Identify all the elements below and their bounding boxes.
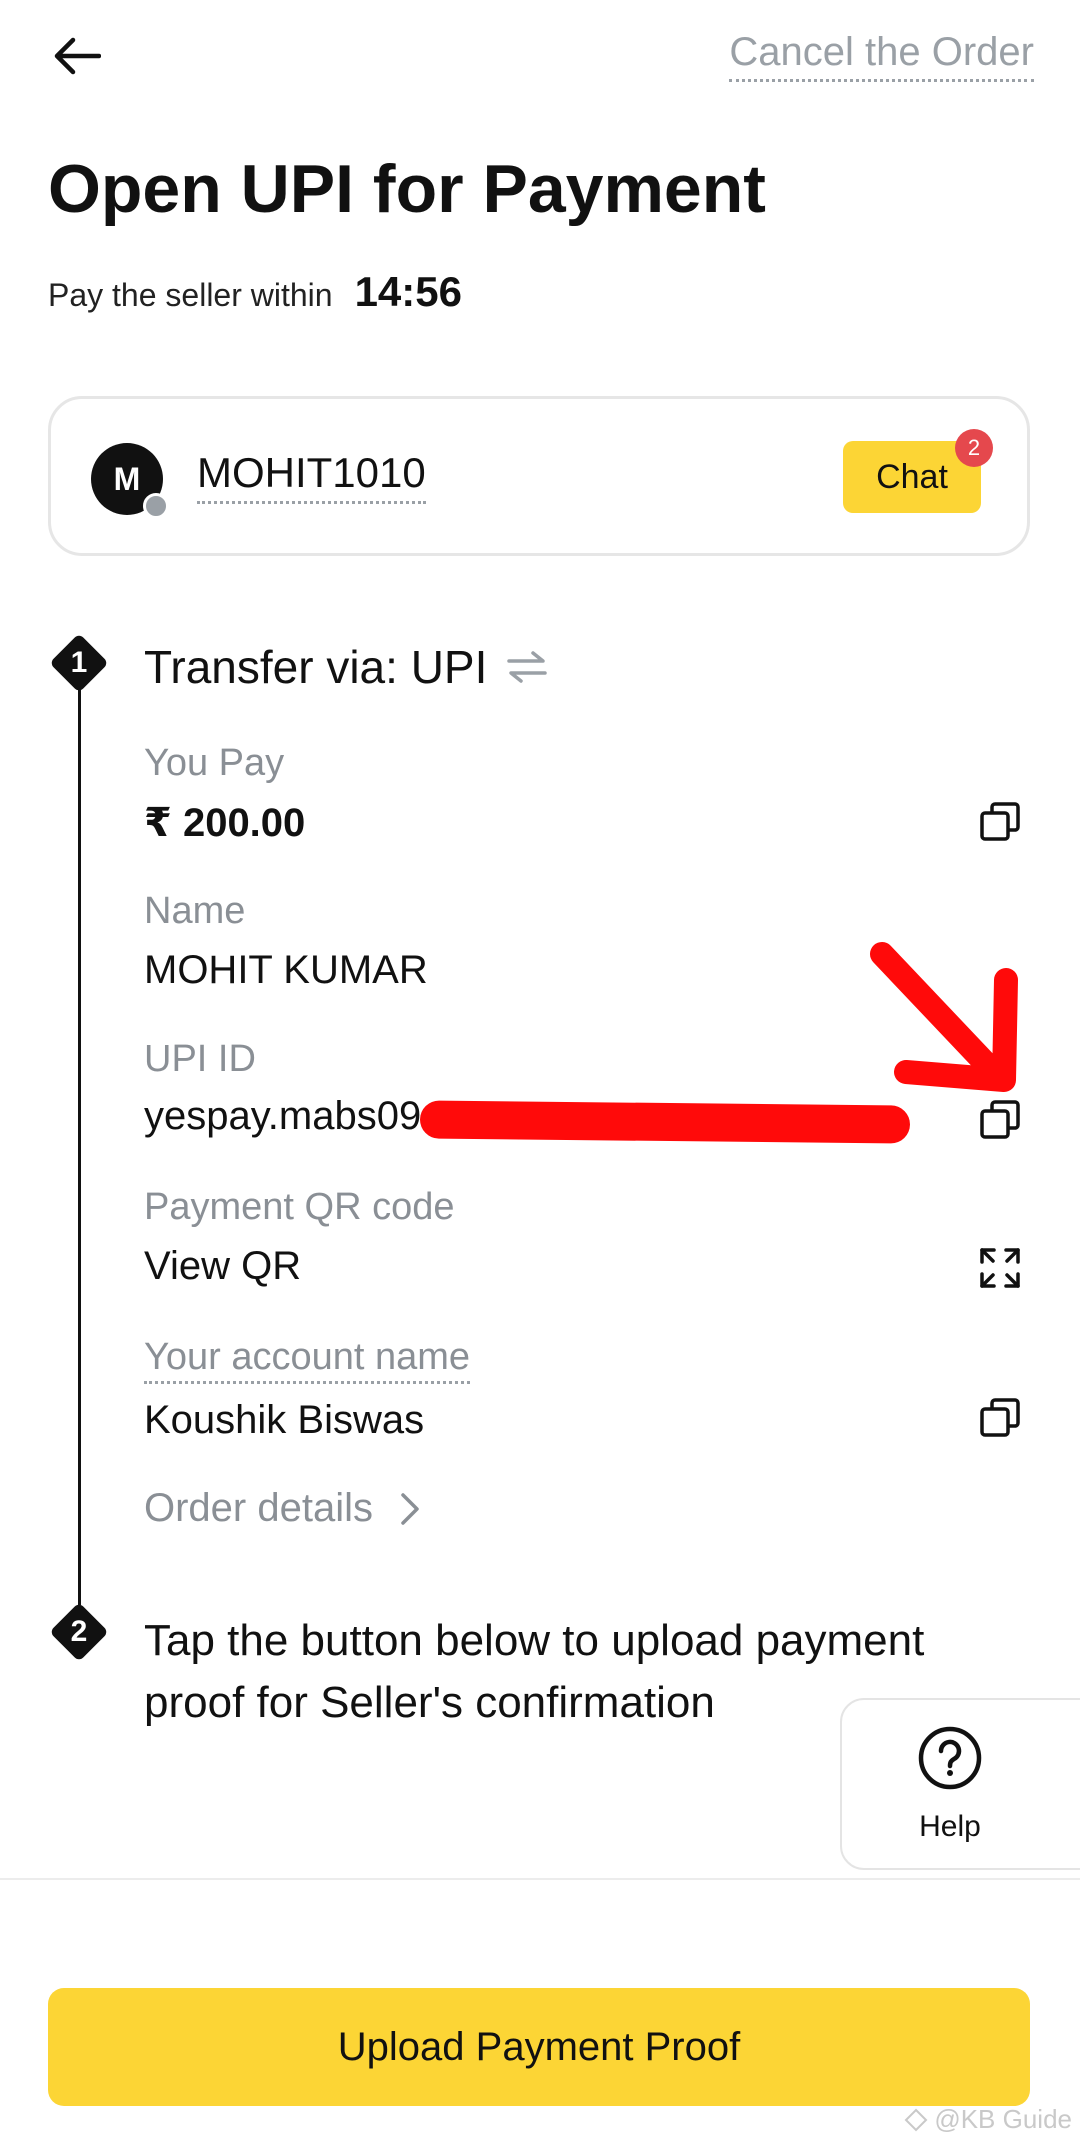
annotation-arrow-icon: [870, 942, 1018, 1092]
copy-icon: [980, 1398, 1020, 1437]
account-name-label[interactable]: Your account name: [144, 1336, 471, 1384]
chevron-right-icon: [401, 1492, 419, 1525]
you-pay-label: You Pay: [144, 742, 285, 784]
arrow-left-icon: [54, 37, 101, 75]
step-2-number: 2: [70, 1615, 88, 1648]
name-value: MOHIT KUMAR: [144, 948, 428, 992]
timer-label: Pay the seller within: [48, 277, 333, 313]
upload-payment-proof-button[interactable]: Upload Payment Proof: [48, 1988, 1030, 2106]
back-button[interactable]: [44, 24, 108, 88]
watermark: @KB Guide: [904, 2104, 1072, 2135]
swap-arrows-icon[interactable]: [505, 649, 549, 685]
seller-card: M MOHIT1010 Chat 2: [48, 396, 1030, 556]
expand-qr-button[interactable]: [972, 1240, 1028, 1296]
copy-icon: [980, 802, 1020, 841]
copy-account-name-button[interactable]: [972, 1390, 1028, 1446]
page-title: Open UPI for Payment: [48, 151, 766, 227]
step-1-marker: 1: [48, 632, 110, 694]
transfer-method-label: Transfer via: UPI: [144, 641, 488, 693]
you-pay-value: ₹ 200.00: [144, 801, 306, 845]
step-1-title: Transfer via: UPI: [144, 640, 549, 694]
copy-amount-button[interactable]: [972, 794, 1028, 850]
upi-id-label: UPI ID: [144, 1038, 256, 1080]
help-label: Help: [919, 1809, 981, 1843]
seller-name[interactable]: MOHIT1010: [197, 449, 426, 504]
timer-value: 14:56: [354, 268, 462, 315]
cancel-order-link[interactable]: Cancel the Order: [729, 30, 1034, 82]
payment-timer: Pay the seller within 14:56: [48, 268, 462, 316]
help-button[interactable]: Help: [840, 1698, 1080, 1870]
order-details-link[interactable]: Order details: [144, 1486, 421, 1531]
copy-icon: [980, 1100, 1020, 1139]
step-connector-line: [78, 690, 81, 1605]
account-name-value: Koushik Biswas: [144, 1398, 425, 1442]
watermark-text: @KB Guide: [934, 2104, 1072, 2134]
step-2-marker: 2: [48, 1601, 110, 1663]
order-details-label: Order details: [144, 1486, 373, 1530]
watermark-logo-icon: [904, 2108, 928, 2131]
view-qr-link[interactable]: View QR: [144, 1244, 301, 1289]
upi-id-value: yespay.mabs09: [144, 1094, 422, 1138]
footer-divider: [0, 1878, 1080, 1880]
chat-unread-badge: 2: [955, 429, 993, 467]
step-1-number: 1: [70, 646, 88, 679]
redaction-mark: [419, 1100, 911, 1144]
qr-code-label: Payment QR code: [144, 1186, 455, 1228]
online-status-dot: [143, 493, 169, 519]
copy-upi-id-button[interactable]: [972, 1092, 1028, 1148]
name-label: Name: [144, 890, 246, 932]
expand-icon: [980, 1248, 1020, 1288]
question-circle-icon: [918, 1726, 982, 1789]
